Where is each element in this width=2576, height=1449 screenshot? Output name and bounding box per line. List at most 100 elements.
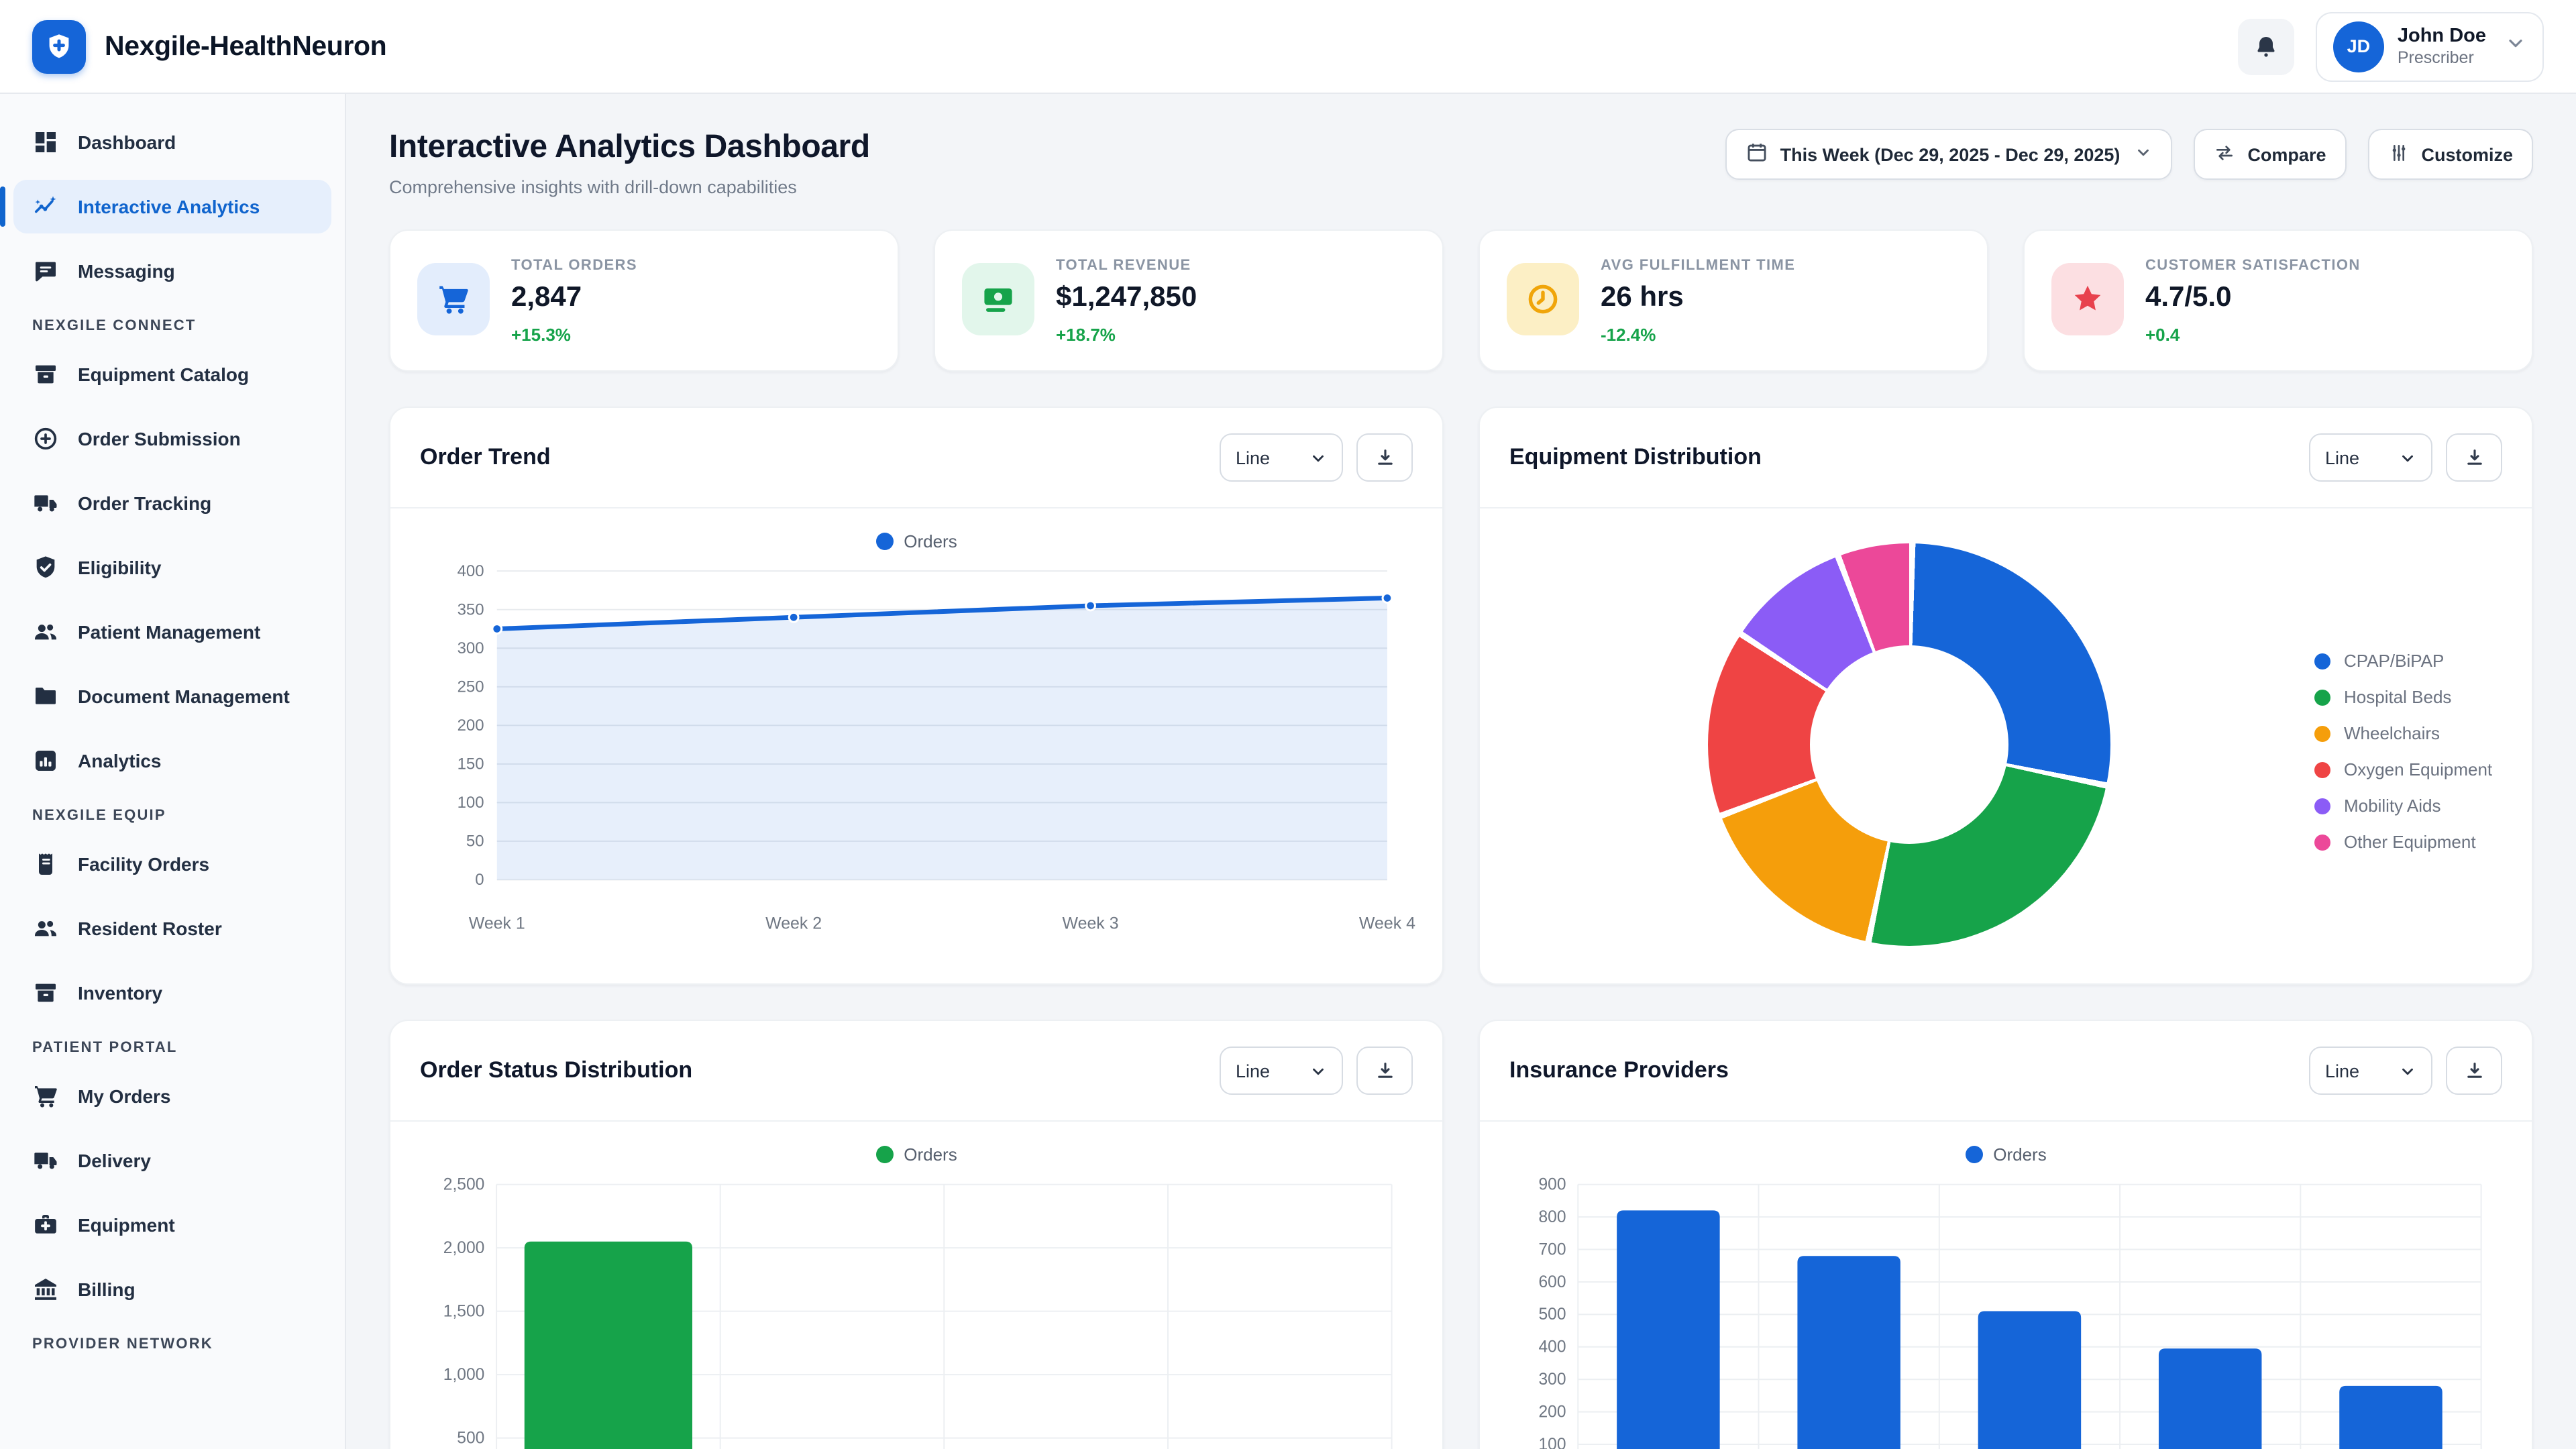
compare-button[interactable]: Compare xyxy=(2194,129,2346,180)
date-range-button[interactable]: This Week (Dec 29, 2025 - Dec 29, 2025) xyxy=(1725,129,2173,180)
svg-text:400: 400 xyxy=(458,562,484,580)
kpi-delta: -12.4% xyxy=(1601,325,1795,345)
sliders-icon xyxy=(2387,142,2409,167)
legend-item-hospital-beds[interactable]: Hospital Beds xyxy=(2314,679,2492,715)
sidebar-item-messaging[interactable]: Messaging xyxy=(13,244,331,298)
chart-type-select[interactable]: Line xyxy=(2309,433,2432,482)
download-button[interactable] xyxy=(2446,433,2502,482)
legend-label: Mobility Aids xyxy=(2344,796,2441,816)
top-header: Nexgile-HealthNeuron JD John Doe Prescri… xyxy=(0,0,2576,94)
sidebar-item-label: Document Management xyxy=(78,686,290,707)
legend-item-oxygen-equipment[interactable]: Oxygen Equipment xyxy=(2314,751,2492,788)
compare-arrows-icon xyxy=(2214,142,2235,167)
svg-text:300: 300 xyxy=(458,639,484,657)
sidebar-item-label: Equipment xyxy=(78,1214,175,1236)
page-subtitle: Comprehensive insights with drill-down c… xyxy=(389,177,870,197)
sidebar-section-heading-nexgile-equip: NEXGILE EQUIP xyxy=(32,808,331,824)
legend-dot-icon xyxy=(2314,689,2330,705)
sidebar-item-equipment-catalog[interactable]: Equipment Catalog xyxy=(13,347,331,401)
legend-item-wheelchairs[interactable]: Wheelchairs xyxy=(2314,715,2492,751)
sidebar-item-label: Patient Management xyxy=(78,621,260,643)
sidebar-item-order-submission[interactable]: Order Submission xyxy=(13,412,331,466)
main-content: Interactive Analytics Dashboard Comprehe… xyxy=(346,94,2576,1449)
order-trend-chart: 050100150200250300350400Week 1Week 2Week… xyxy=(415,558,1418,970)
app-root: Nexgile-HealthNeuron JD John Doe Prescri… xyxy=(0,0,2576,1449)
sidebar-item-equipment[interactable]: Equipment xyxy=(13,1198,331,1252)
equipment-distribution-donut[interactable] xyxy=(1708,543,2110,946)
chart-type-select[interactable]: Line xyxy=(1220,1046,1343,1095)
chart-title: Equipment Distribution xyxy=(1509,444,1762,471)
sidebar-item-interactive-analytics[interactable]: Interactive Analytics xyxy=(13,180,331,233)
brand: Nexgile-HealthNeuron xyxy=(32,19,386,73)
legend-label: Orders xyxy=(1993,1144,2046,1165)
legend-label: Wheelchairs xyxy=(2344,723,2440,743)
svg-text:100: 100 xyxy=(458,794,484,812)
sidebar-item-delivery[interactable]: Delivery xyxy=(13,1134,331,1187)
svg-text:150: 150 xyxy=(458,755,484,773)
svg-text:350: 350 xyxy=(458,600,484,619)
sidebar-item-label: Inventory xyxy=(78,982,162,1004)
sidebar-item-resident-roster[interactable]: Resident Roster xyxy=(13,902,331,955)
donut-legend: CPAP/BiPAPHospital Beds Wheelchairs Oxygen… xyxy=(2314,643,2492,860)
legend-dot-icon xyxy=(2314,834,2330,850)
sidebar-item-patient-management[interactable]: Patient Management xyxy=(13,605,331,659)
user-menu[interactable]: JD John Doe Prescriber xyxy=(2316,11,2544,81)
svg-text:Week 1: Week 1 xyxy=(469,914,525,932)
sidebar-item-inventory[interactable]: Inventory xyxy=(13,966,331,1020)
sidebar-section-heading-patient-portal: PATIENT PORTAL xyxy=(32,1040,331,1056)
sidebar-item-order-tracking[interactable]: Order Tracking xyxy=(13,476,331,530)
chart-title: Order Trend xyxy=(420,444,551,471)
download-icon xyxy=(1373,446,1396,469)
kpi-content: CUSTOMER SATISFACTION4.7/5.0+0.4 xyxy=(2145,258,2361,345)
kpi-label: TOTAL REVENUE xyxy=(1056,258,1197,274)
page-controls: This Week (Dec 29, 2025 - Dec 29, 2025) … xyxy=(1725,129,2533,180)
cart-icon xyxy=(436,282,471,317)
sidebar-item-dashboard[interactable]: Dashboard xyxy=(13,115,331,169)
chart-legend: Orders xyxy=(390,508,1442,558)
chart-type-select[interactable]: Line xyxy=(2309,1046,2432,1095)
user-role: Prescriber xyxy=(2398,48,2486,69)
legend-dot-icon xyxy=(2314,761,2330,777)
sidebar-item-label: Eligibility xyxy=(78,557,161,578)
legend-dot-icon xyxy=(2314,725,2330,741)
sidebar-item-eligibility[interactable]: Eligibility xyxy=(13,541,331,594)
user-info: John Doe Prescriber xyxy=(2398,23,2486,69)
cart-icon xyxy=(32,1083,59,1110)
circle-plus-icon xyxy=(32,425,59,452)
sidebar-item-label: Facility Orders xyxy=(78,853,209,875)
customize-button[interactable]: Customize xyxy=(2367,129,2533,180)
legend-item-mobility-aids[interactable]: Mobility Aids xyxy=(2314,788,2492,824)
svg-text:Week 2: Week 2 xyxy=(765,914,822,932)
download-button[interactable] xyxy=(2446,1046,2502,1095)
sidebar-item-label: Interactive Analytics xyxy=(78,196,260,217)
sidebar-item-my-orders[interactable]: My Orders xyxy=(13,1069,331,1123)
download-button[interactable] xyxy=(1356,1046,1413,1095)
chart-type-select[interactable]: Line xyxy=(1220,433,1343,482)
legend-item-cpap-bipap[interactable]: CPAP/BiPAP xyxy=(2314,643,2492,679)
svg-text:250: 250 xyxy=(458,678,484,696)
legend-item-other-equipment[interactable]: Other Equipment xyxy=(2314,824,2492,860)
chart-title: Insurance Providers xyxy=(1509,1057,1729,1084)
svg-text:0: 0 xyxy=(475,871,484,889)
kpi-label: CUSTOMER SATISFACTION xyxy=(2145,258,2361,274)
kpi-delta: +15.3% xyxy=(511,325,637,345)
legend-label: Orders xyxy=(904,1144,957,1165)
download-icon xyxy=(1373,1059,1396,1082)
analytics-spark-icon xyxy=(32,193,59,220)
svg-text:300: 300 xyxy=(1538,1371,1566,1389)
sidebar-item-analytics[interactable]: Analytics xyxy=(13,734,331,788)
notifications-bell-icon[interactable] xyxy=(2238,18,2294,74)
svg-text:50: 50 xyxy=(466,833,484,851)
briefcase-medical-icon xyxy=(32,1212,59,1238)
sidebar-item-label: Messaging xyxy=(78,260,175,282)
banknote-icon xyxy=(981,282,1016,317)
truck-icon xyxy=(32,490,59,517)
kpi-delta: +0.4 xyxy=(2145,325,2361,345)
sidebar-item-billing[interactable]: Billing xyxy=(13,1263,331,1316)
sidebar-item-facility-orders[interactable]: Facility Orders xyxy=(13,837,331,891)
download-button[interactable] xyxy=(1356,433,1413,482)
equipment-distribution-card: Equipment Distribution Line CPAP/BiPAPHo… xyxy=(1479,407,2533,985)
chart-body: Orders2,5002,0001,5001,0005000 xyxy=(390,1122,1442,1449)
sidebar-item-document-management[interactable]: Document Management xyxy=(13,669,331,723)
svg-text:1,000: 1,000 xyxy=(443,1366,485,1384)
